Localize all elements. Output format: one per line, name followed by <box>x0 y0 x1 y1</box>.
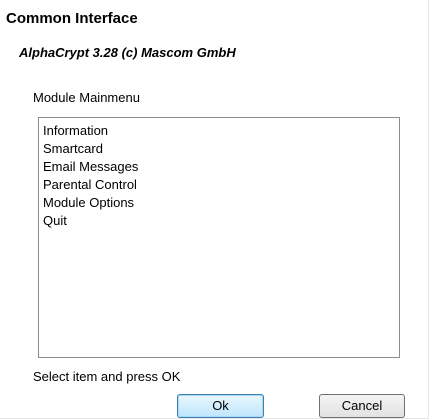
module-info: AlphaCrypt 3.28 (c) Mascom GmbH <box>19 45 236 60</box>
menu-item-smartcard[interactable]: Smartcard <box>43 140 399 158</box>
menu-listbox[interactable]: Information Smartcard Email Messages Par… <box>38 117 400 358</box>
menu-item-parental-control[interactable]: Parental Control <box>43 176 399 194</box>
dialog-title: Common Interface <box>6 10 138 27</box>
menu-title: Module Mainmenu <box>33 90 140 105</box>
menu-item-email-messages[interactable]: Email Messages <box>43 158 399 176</box>
cancel-button[interactable]: Cancel <box>319 394 405 418</box>
instruction-text: Select item and press OK <box>33 369 181 384</box>
menu-item-quit[interactable]: Quit <box>43 212 399 230</box>
common-interface-dialog: Common Interface AlphaCrypt 3.28 (c) Mas… <box>0 0 429 419</box>
ok-button[interactable]: Ok <box>177 394 264 418</box>
menu-item-module-options[interactable]: Module Options <box>43 194 399 212</box>
menu-item-information[interactable]: Information <box>43 122 399 140</box>
